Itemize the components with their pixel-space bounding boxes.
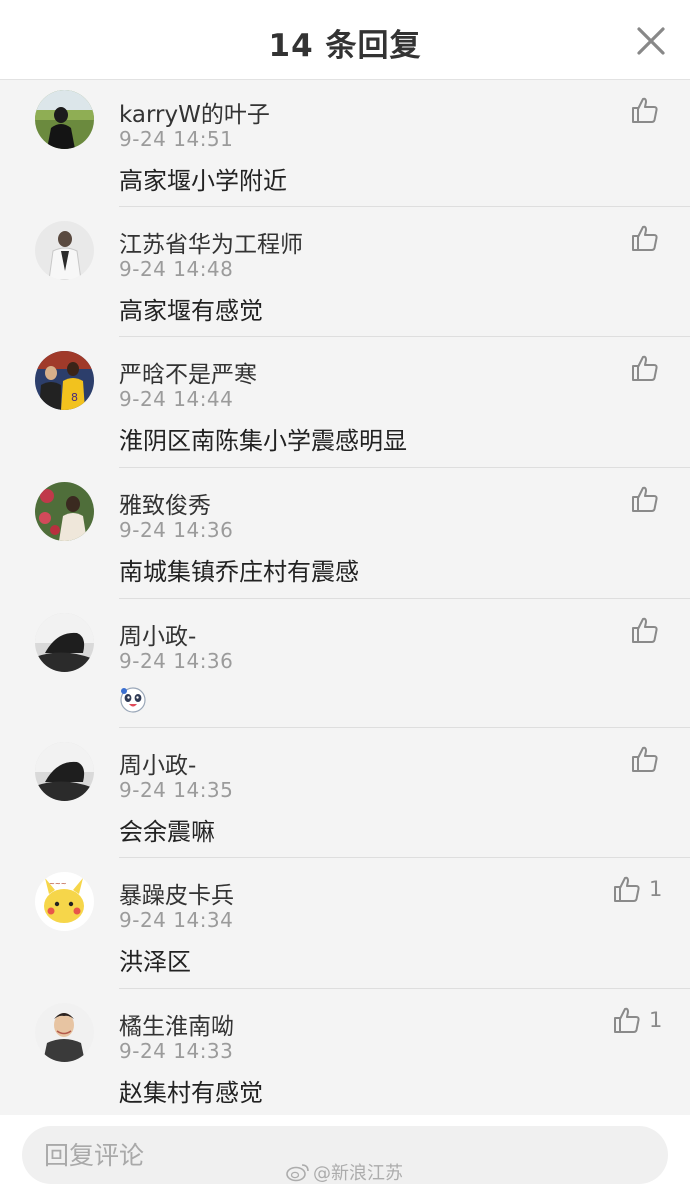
reply-item: karryW的叶子 9-24 14:51 高家堰小学附近 (0, 81, 690, 207)
panda-emoji-icon (120, 687, 146, 713)
reply-item: 橘生淮南呦 9-24 14:33 赵集村有感觉 1 (0, 989, 690, 1115)
close-button[interactable] (634, 24, 668, 58)
like-count: 1 (649, 877, 663, 901)
thumbs-up-icon (614, 876, 640, 902)
reply-content: 洪泽区 (119, 948, 191, 976)
reply-item: 周小政- 9-24 14:35 会余震嘛 (0, 728, 690, 858)
reply-content: 高家堰有感觉 (119, 297, 263, 325)
reply-item: 江苏省华为工程师 9-24 14:48 高家堰有感觉 (0, 207, 690, 337)
svg-text:8: 8 (71, 391, 78, 404)
avatar[interactable] (35, 482, 94, 541)
avatar[interactable] (35, 221, 94, 280)
reply-list[interactable]: karryW的叶子 9-24 14:51 高家堰小学附近 江苏省华为工程师 9-… (0, 81, 690, 1115)
header: 14 条回复 (0, 0, 690, 80)
reply-username[interactable]: 橘生淮南呦 (119, 1007, 234, 1041)
svg-text:~~~: ~~~ (49, 880, 67, 888)
watermark-text: @新浪江苏 (313, 1163, 403, 1184)
reply-timestamp: 9-24 14:35 (119, 778, 234, 802)
avatar[interactable] (35, 90, 94, 149)
reply-username[interactable]: karryW的叶子 (119, 95, 270, 129)
like-button[interactable] (631, 223, 659, 253)
thumbs-up-icon (632, 617, 658, 643)
reply-content: 赵集村有感觉 (119, 1079, 263, 1107)
avatar[interactable]: ~~~ (35, 872, 94, 931)
reply-content: 淮阴区南陈集小学震感明显 (119, 427, 407, 455)
weibo-logo-icon (286, 1164, 309, 1182)
like-button[interactable] (631, 744, 659, 774)
thumbs-up-icon (632, 486, 658, 512)
reply-item: ~~~ 暴躁皮卡兵 9-24 14:34 洪泽区 1 (0, 858, 690, 989)
reply-timestamp: 9-24 14:48 (119, 257, 234, 281)
reply-username[interactable]: 雅致俊秀 (119, 486, 211, 520)
reply-item: 雅致俊秀 9-24 14:36 南城集镇乔庄村有震感 (0, 468, 690, 599)
reply-content: 会余震嘛 (119, 818, 215, 846)
reply-username[interactable]: 暴躁皮卡兵 (119, 876, 234, 910)
reply-item: 8 严晗不是严寒 9-24 14:44 淮阴区南陈集小学震感明显 (0, 337, 690, 468)
reply-timestamp: 9-24 14:33 (119, 1039, 234, 1063)
thumbs-up-icon (632, 97, 658, 123)
avatar[interactable] (35, 1003, 94, 1062)
reply-timestamp: 9-24 14:34 (119, 908, 234, 932)
reply-content: 高家堰小学附近 (119, 167, 287, 195)
like-button[interactable] (631, 484, 659, 514)
thumbs-up-icon (632, 355, 658, 381)
like-count: 1 (649, 1008, 663, 1032)
reply-content: 南城集镇乔庄村有震感 (119, 558, 359, 586)
replies-page: 14 条回复 karryW的叶子 9-24 14:51 高家堰小学附近 江苏省华… (0, 0, 690, 1190)
reply-username[interactable]: 严晗不是严寒 (119, 355, 257, 389)
reply-timestamp: 9-24 14:36 (119, 649, 234, 673)
reply-username[interactable]: 江苏省华为工程师 (119, 225, 303, 259)
close-icon (637, 27, 665, 55)
like-button[interactable] (631, 615, 659, 645)
weibo-watermark: @新浪江苏 (286, 1159, 403, 1185)
page-title: 14 条回复 (268, 28, 422, 64)
avatar[interactable] (35, 742, 94, 801)
like-button[interactable] (631, 95, 659, 125)
avatar[interactable]: 8 (35, 351, 94, 410)
reply-timestamp: 9-24 14:44 (119, 387, 234, 411)
reply-username[interactable]: 周小政- (119, 746, 196, 780)
thumbs-up-icon (632, 746, 658, 772)
reply-timestamp: 9-24 14:36 (119, 518, 234, 542)
reply-username[interactable]: 周小政- (119, 617, 196, 651)
like-button[interactable] (631, 353, 659, 383)
reply-item: 周小政- 9-24 14:36 (0, 599, 690, 728)
thumbs-up-icon (632, 225, 658, 251)
avatar[interactable] (35, 613, 94, 672)
like-button[interactable]: 1 (613, 1005, 662, 1035)
thumbs-up-icon (614, 1007, 640, 1033)
reply-footer: @新浪江苏 (0, 1115, 690, 1190)
like-button[interactable]: 1 (613, 874, 662, 904)
reply-timestamp: 9-24 14:51 (119, 127, 234, 151)
